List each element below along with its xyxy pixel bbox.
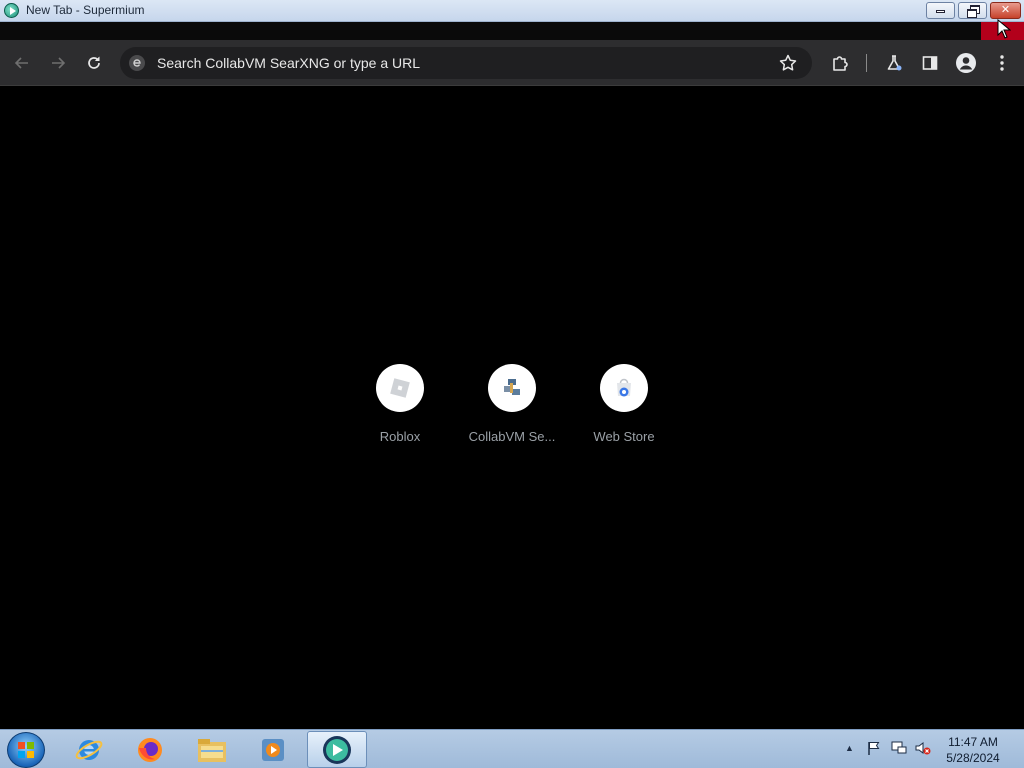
window-title: New Tab - Supermium	[26, 3, 145, 17]
toolbar-separator	[866, 54, 867, 72]
mouse-cursor-icon	[997, 19, 1011, 39]
labs-button[interactable]	[880, 49, 908, 77]
clock-date: 5/28/2024	[946, 751, 1000, 765]
show-hidden-icons-button[interactable]: ▲	[845, 743, 854, 753]
clock-time: 11:47 AM	[948, 735, 998, 749]
side-panel-button[interactable]	[916, 49, 944, 77]
web-store-icon	[617, 378, 631, 397]
omnibox-placeholder: Search CollabVM SearXNG or type a URL	[157, 55, 420, 71]
search-engine-icon	[129, 55, 145, 71]
firefox-icon	[138, 737, 162, 762]
puzzle-icon	[833, 56, 848, 71]
desktop-screen: New Tab - Supermium ✕ Search CollabVM Se…	[0, 0, 1024, 768]
restore-icon	[966, 5, 980, 18]
omnibox[interactable]: Search CollabVM SearXNG or type a URL	[120, 47, 812, 79]
shortcut-icon-container	[488, 364, 536, 412]
minimize-icon	[936, 10, 945, 13]
restore-button[interactable]	[958, 2, 987, 19]
shortcut-label: Roblox	[379, 429, 421, 444]
window-title-bar[interactable]: New Tab - Supermium ✕	[0, 0, 1024, 22]
menu-button[interactable]	[988, 49, 1016, 77]
flask-icon	[887, 55, 902, 71]
profile-avatar-icon	[956, 53, 976, 73]
file-explorer-icon	[198, 738, 226, 762]
shortcut-label: Web Store	[593, 429, 655, 444]
shortcut-icon-container	[600, 364, 648, 412]
network-icon[interactable]	[890, 740, 908, 756]
action-center-flag-icon[interactable]	[866, 740, 882, 756]
browser-toolbar: Search CollabVM SearXNG or type a URL	[0, 40, 1024, 86]
taskbar-file-explorer[interactable]	[185, 731, 239, 768]
taskbar-supermium[interactable]	[307, 731, 367, 768]
bookmark-star-icon[interactable]	[778, 53, 798, 73]
collabvm-icon	[504, 379, 520, 395]
roblox-icon	[390, 378, 410, 398]
supermium-icon	[323, 735, 351, 764]
start-button[interactable]	[7, 732, 45, 768]
taskbar-media-player[interactable]	[246, 731, 300, 768]
side-panel-icon	[922, 56, 938, 70]
windows-logo-icon	[18, 742, 34, 758]
reload-icon	[88, 56, 100, 69]
internet-explorer-icon	[75, 739, 103, 760]
tab-strip	[0, 22, 1024, 40]
shortcut-icon-container	[376, 364, 424, 412]
forward-button[interactable]	[44, 49, 72, 77]
system-clock[interactable]: 11:47 AM 5/28/2024	[930, 734, 1016, 766]
close-button[interactable]: ✕	[990, 2, 1021, 19]
supermium-app-icon	[4, 3, 19, 18]
forward-arrow-icon	[52, 57, 66, 69]
minimize-button[interactable]	[926, 2, 955, 19]
new-tab-page: Roblox CollabVM Se... Web Store	[0, 87, 1024, 729]
taskbar-firefox[interactable]	[123, 731, 177, 768]
shortcut-tile-web-store[interactable]: Web Store	[568, 364, 680, 448]
back-arrow-icon	[14, 57, 28, 69]
windows-taskbar: ▲ 11:47 AM 5/28/2024	[0, 729, 1024, 768]
profile-button[interactable]	[952, 49, 980, 77]
shortcut-tile-collabvm[interactable]: CollabVM Se...	[456, 364, 568, 448]
extensions-button[interactable]	[826, 49, 854, 77]
taskbar-internet-explorer[interactable]	[62, 731, 116, 768]
reload-button[interactable]	[80, 49, 108, 77]
shortcut-tile-roblox[interactable]: Roblox	[344, 364, 456, 448]
media-player-icon	[262, 738, 284, 761]
more-vertical-icon	[1000, 55, 1004, 71]
shortcut-label: CollabVM Se...	[468, 429, 556, 444]
back-button[interactable]	[8, 49, 36, 77]
